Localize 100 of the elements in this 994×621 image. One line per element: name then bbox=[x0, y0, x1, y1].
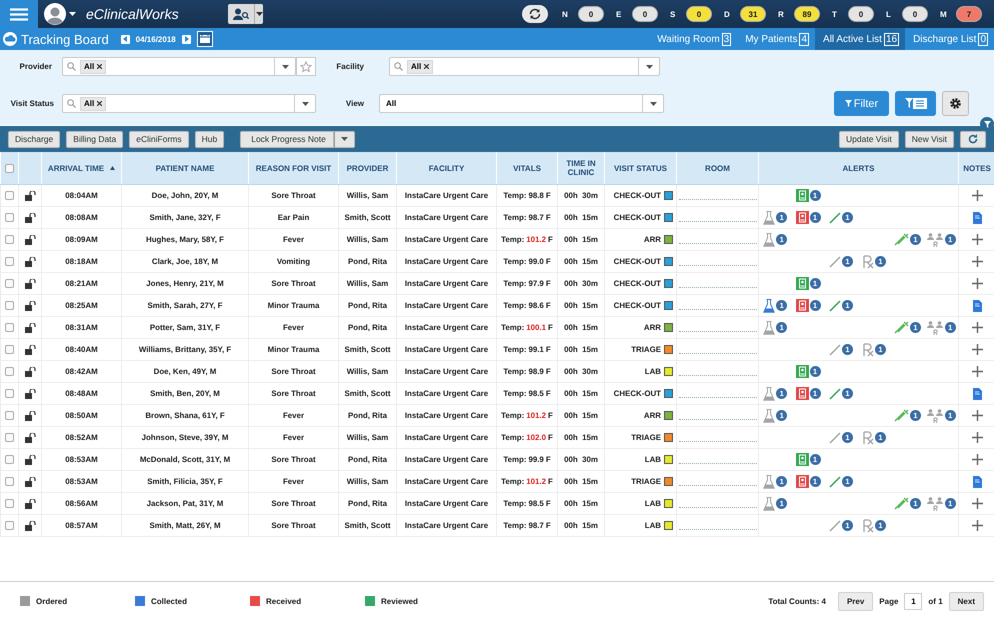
row-checkbox[interactable] bbox=[5, 411, 14, 420]
provider-field[interactable]: All bbox=[62, 57, 296, 76]
toolbar-button[interactable]: New Visit bbox=[904, 130, 954, 148]
facility-field[interactable]: All bbox=[389, 57, 660, 76]
row-checkbox[interactable] bbox=[5, 477, 14, 486]
plus-icon[interactable] bbox=[972, 234, 982, 245]
syringe-icon[interactable] bbox=[893, 496, 909, 510]
next-page-button[interactable]: Next bbox=[948, 592, 984, 610]
padlock-icon[interactable] bbox=[24, 212, 36, 222]
scalpel-icon[interactable] bbox=[829, 476, 841, 488]
pill-icon[interactable] bbox=[862, 254, 874, 268]
plus-icon[interactable] bbox=[972, 366, 982, 377]
flask-icon[interactable] bbox=[763, 474, 776, 488]
plus-icon[interactable] bbox=[972, 432, 982, 443]
row-checkbox[interactable] bbox=[5, 455, 14, 464]
toolbar-button[interactable]: Update Visit bbox=[839, 130, 899, 148]
flask-icon[interactable] bbox=[763, 232, 776, 246]
syringe-icon[interactable] bbox=[893, 408, 909, 422]
flask-icon[interactable] bbox=[763, 496, 776, 510]
row-checkbox[interactable] bbox=[5, 323, 14, 332]
favorite-button[interactable] bbox=[296, 57, 316, 76]
document-icon[interactable] bbox=[972, 212, 982, 224]
row-checkbox[interactable] bbox=[5, 367, 14, 376]
document-icon[interactable] bbox=[972, 476, 982, 488]
row-checkbox[interactable] bbox=[5, 345, 14, 354]
plus-icon[interactable] bbox=[972, 190, 982, 201]
list-tab[interactable]: My Patients 4 bbox=[737, 28, 816, 50]
row-checkbox[interactable] bbox=[5, 521, 14, 530]
scalpel-icon[interactable] bbox=[829, 388, 841, 400]
clipboard-icon[interactable] bbox=[796, 387, 808, 400]
column-header[interactable]: ROOM bbox=[705, 164, 730, 172]
dropdown-button[interactable] bbox=[334, 130, 355, 148]
clipboard-icon[interactable] bbox=[796, 211, 808, 224]
remove-icon[interactable] bbox=[97, 64, 102, 69]
pill-icon[interactable] bbox=[862, 430, 874, 444]
scalpel-icon[interactable] bbox=[829, 344, 841, 356]
padlock-icon[interactable] bbox=[24, 278, 36, 288]
refresh-button[interactable] bbox=[522, 5, 548, 23]
plus-icon[interactable] bbox=[972, 344, 982, 355]
list-tab[interactable]: Waiting Room 3 bbox=[649, 28, 738, 50]
scalpel-icon[interactable] bbox=[829, 300, 841, 312]
padlock-icon[interactable] bbox=[24, 366, 36, 376]
plus-icon[interactable] bbox=[972, 256, 982, 267]
settings-button[interactable] bbox=[942, 91, 969, 116]
scalpel-icon[interactable] bbox=[829, 256, 841, 268]
padlock-icon[interactable] bbox=[24, 498, 36, 508]
padlock-icon[interactable] bbox=[24, 454, 36, 464]
avatar-icon[interactable] bbox=[44, 3, 66, 25]
toolbar-button[interactable]: eCliniForms bbox=[129, 130, 189, 148]
row-checkbox[interactable] bbox=[5, 433, 14, 442]
scalpel-icon[interactable] bbox=[829, 520, 841, 532]
syringe-icon[interactable] bbox=[893, 232, 909, 246]
list-tab[interactable]: Discharge List 0 bbox=[905, 28, 994, 50]
column-header[interactable]: PATIENT NAME bbox=[156, 164, 214, 172]
plus-icon[interactable] bbox=[972, 520, 982, 531]
remove-icon[interactable] bbox=[424, 64, 430, 69]
pill-icon[interactable] bbox=[862, 518, 874, 532]
filter-toggle-button[interactable] bbox=[980, 117, 994, 131]
plus-icon[interactable] bbox=[972, 322, 982, 333]
plus-icon[interactable] bbox=[972, 410, 982, 421]
clipboard-icon[interactable] bbox=[796, 453, 808, 466]
people-icon[interactable] bbox=[926, 496, 944, 510]
column-header[interactable]: ALERTS bbox=[842, 164, 874, 172]
row-checkbox[interactable] bbox=[5, 279, 14, 288]
patient-lookup-button[interactable] bbox=[228, 4, 263, 24]
padlock-icon[interactable] bbox=[24, 344, 36, 354]
people-icon[interactable] bbox=[926, 320, 944, 334]
padlock-icon[interactable] bbox=[24, 410, 36, 420]
document-icon[interactable] bbox=[972, 300, 982, 312]
clipboard-icon[interactable] bbox=[796, 277, 808, 290]
flask-icon[interactable] bbox=[763, 320, 776, 334]
plus-icon[interactable] bbox=[972, 498, 982, 509]
sort-icon[interactable] bbox=[110, 166, 116, 170]
padlock-icon[interactable] bbox=[24, 300, 36, 310]
previous-page-button[interactable]: Prev bbox=[838, 592, 874, 610]
padlock-icon[interactable] bbox=[24, 190, 36, 200]
list-tab[interactable]: All Active List 16 bbox=[815, 28, 906, 50]
padlock-icon[interactable] bbox=[24, 476, 36, 486]
people-icon[interactable] bbox=[926, 232, 944, 246]
padlock-icon[interactable] bbox=[24, 322, 36, 332]
people-icon[interactable] bbox=[926, 408, 944, 422]
plus-icon[interactable] bbox=[972, 454, 982, 465]
toolbar-button[interactable]: Hub bbox=[194, 130, 224, 148]
row-checkbox[interactable] bbox=[5, 389, 14, 398]
toolbar-button[interactable]: Discharge bbox=[8, 130, 60, 148]
next-date-button[interactable] bbox=[182, 34, 191, 44]
row-checkbox[interactable] bbox=[5, 499, 14, 508]
clipboard-icon[interactable] bbox=[796, 299, 808, 312]
padlock-icon[interactable] bbox=[24, 432, 36, 442]
filter-list-button[interactable] bbox=[895, 91, 936, 116]
previous-date-button[interactable] bbox=[120, 34, 130, 44]
filter-button[interactable]: Filter bbox=[834, 91, 889, 116]
pill-icon[interactable] bbox=[862, 342, 874, 356]
page-number-field[interactable]: 1 bbox=[904, 592, 922, 610]
plus-icon[interactable] bbox=[972, 278, 982, 289]
select-all-checkbox[interactable] bbox=[4, 164, 14, 172]
clipboard-icon[interactable] bbox=[796, 365, 808, 378]
visit-status-field[interactable]: All bbox=[62, 94, 316, 113]
scalpel-icon[interactable] bbox=[829, 212, 841, 224]
padlock-icon[interactable] bbox=[24, 520, 36, 530]
